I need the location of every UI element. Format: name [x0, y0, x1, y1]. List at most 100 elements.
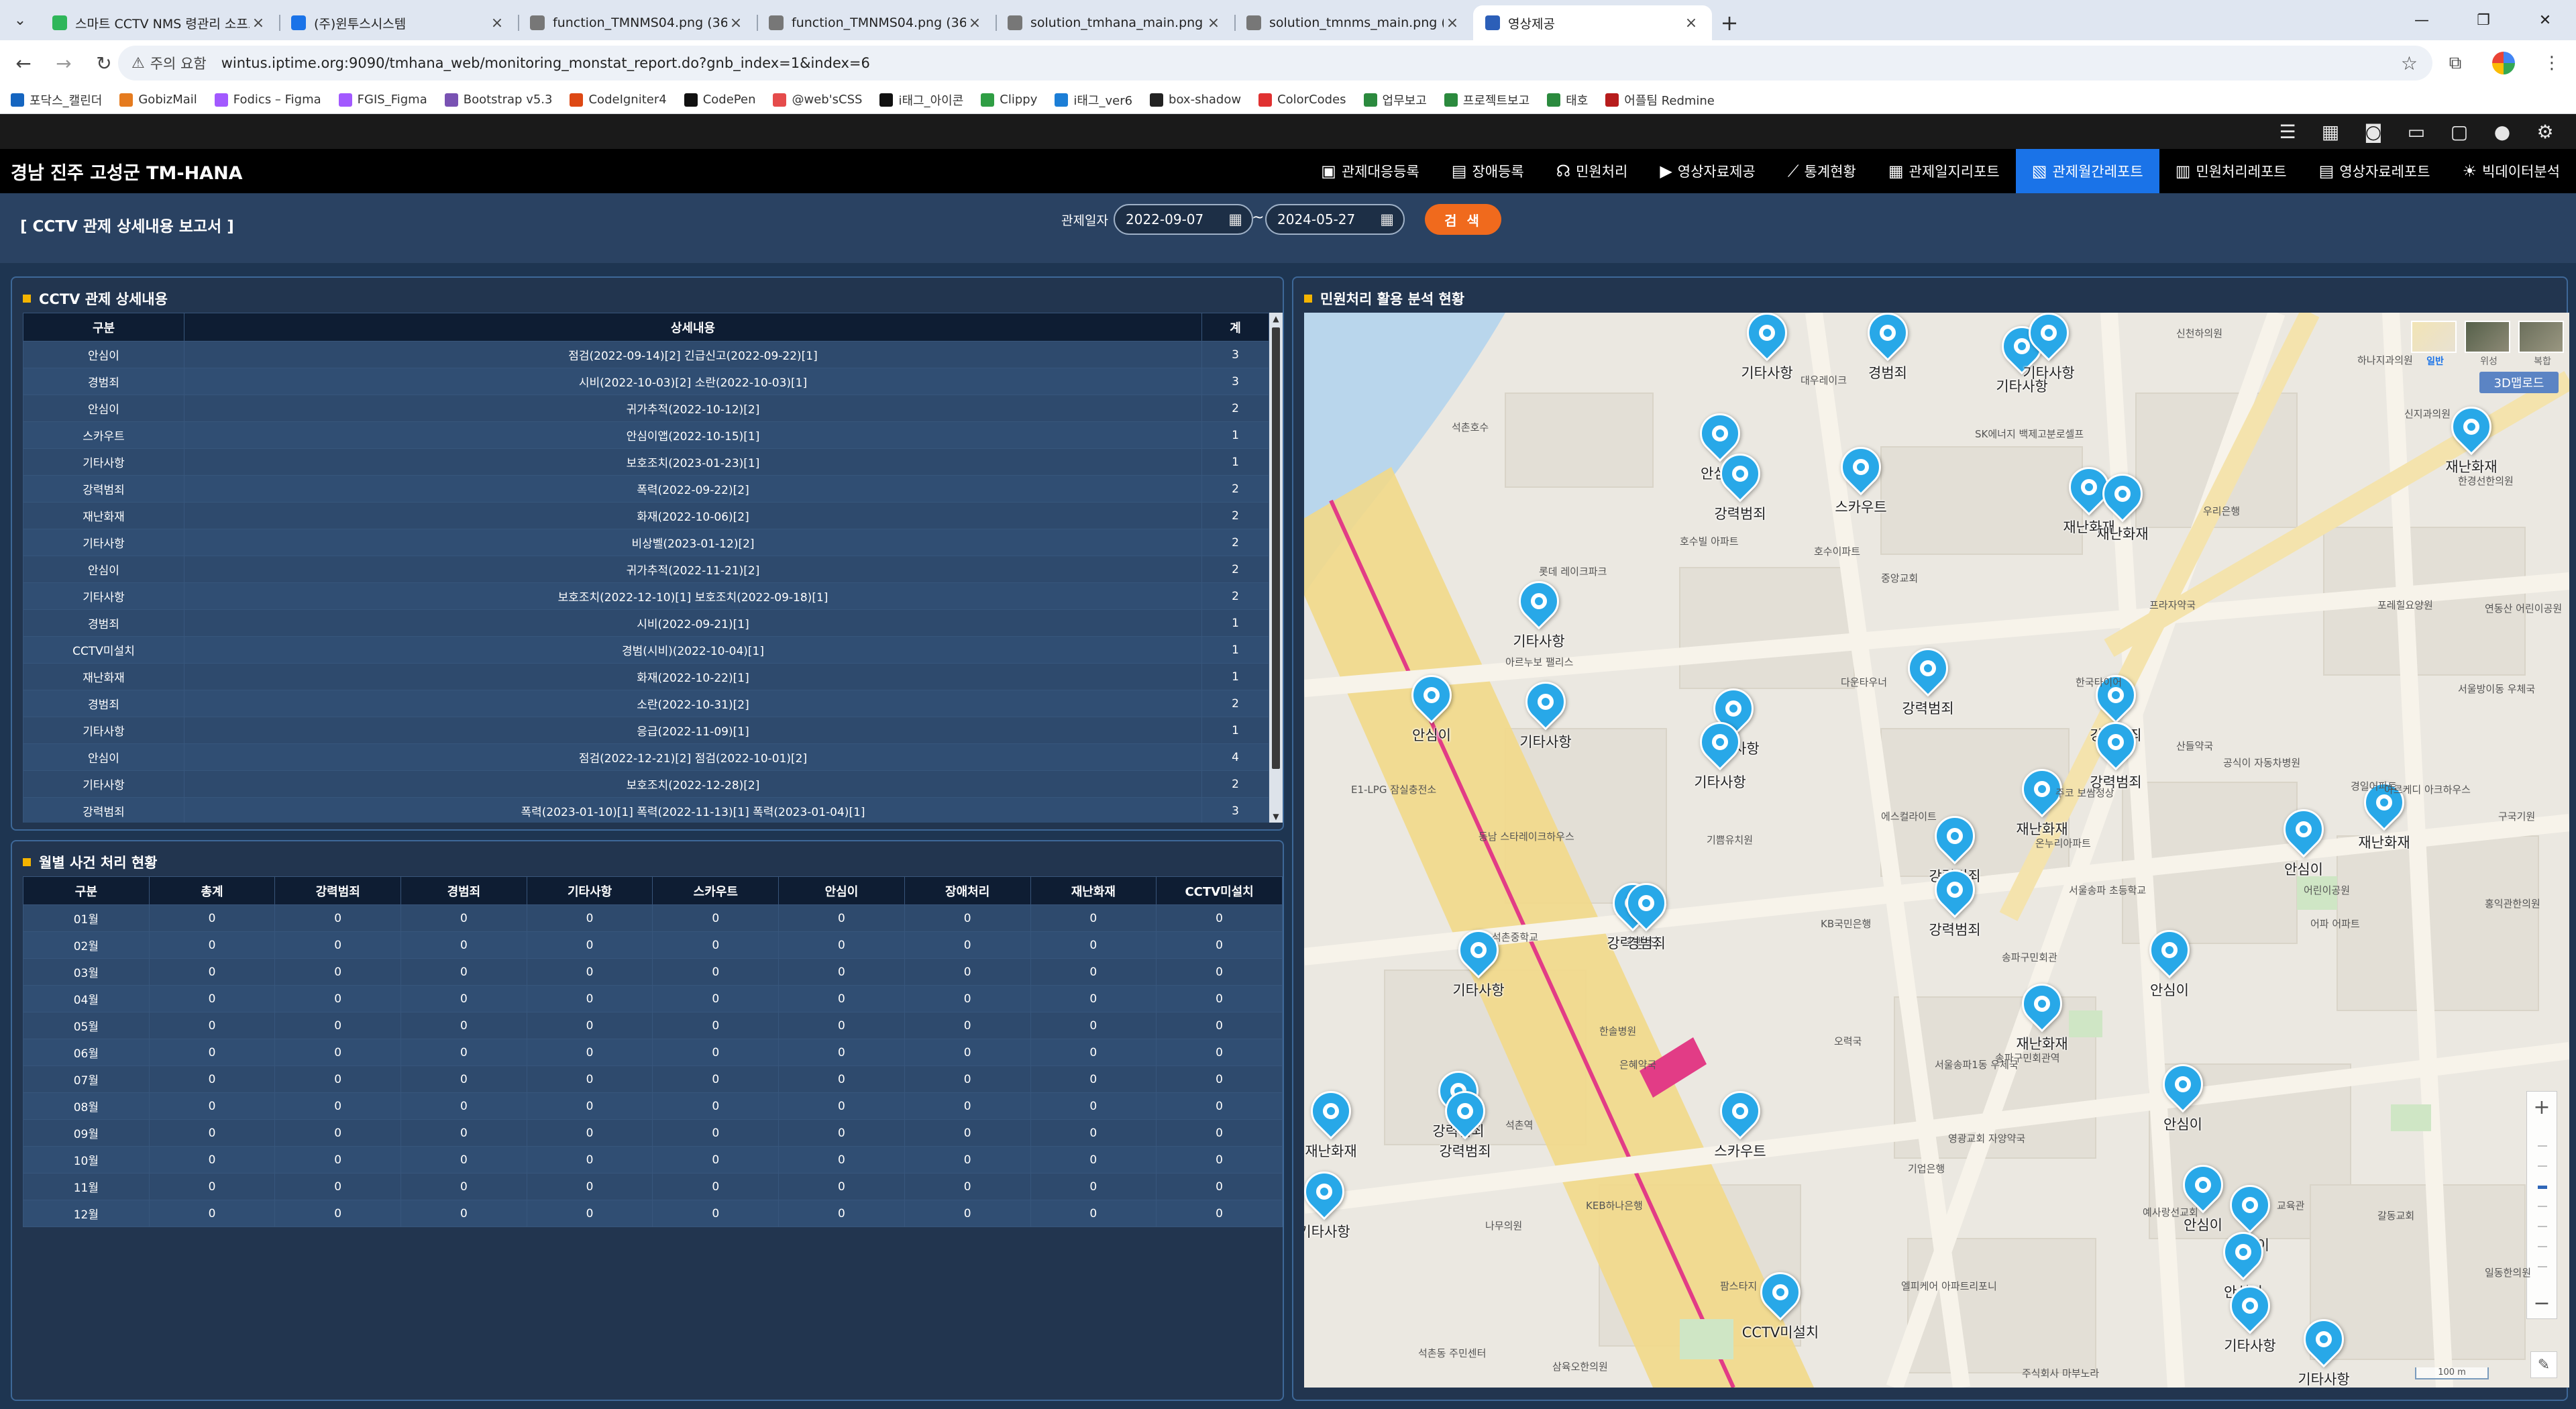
browser-tab[interactable]: function_TMNMS04.png (3604×2028) ×: [757, 5, 996, 40]
table-row[interactable]: 안심이 점검(2022-09-14)[2] 긴급신고(2022-09-22)[1]…: [23, 341, 1269, 368]
bookmark-item[interactable]: CodeIgniter4: [570, 93, 667, 107]
close-window-button[interactable]: ✕: [2514, 0, 2576, 40]
bookmark-item[interactable]: i태그_ver6: [1055, 91, 1132, 109]
map-marker-pin[interactable]: [2221, 1277, 2279, 1337]
user-icon[interactable]: ●: [2481, 121, 2524, 143]
map-marker-pin[interactable]: [1691, 713, 1749, 773]
table-row[interactable]: 01월 0 0 0 0 0 0 0 0 0: [23, 904, 1283, 932]
tab-close-icon[interactable]: ×: [1444, 15, 1461, 32]
browser-menu-icon[interactable]: ⋮: [2528, 53, 2576, 73]
bookmark-item[interactable]: 어플팀 Redmine: [1605, 91, 1715, 109]
map-marker-pin[interactable]: [1832, 438, 1890, 498]
nav-item[interactable]: ▤ 장애등록: [1436, 149, 1540, 193]
map-marker-pin[interactable]: [1738, 313, 1796, 364]
nav-item[interactable]: ☊ 민원처리: [1540, 149, 1644, 193]
map-type-hybrid-button[interactable]: 복합: [2518, 321, 2567, 373]
map-marker-pin[interactable]: [2214, 1223, 2272, 1283]
map-marker-pin[interactable]: [2295, 1310, 2353, 1370]
zoom-out-button[interactable]: −: [2527, 1288, 2557, 1318]
reload-button[interactable]: ↻: [87, 46, 121, 80]
map-marker-pin[interactable]: [1752, 1263, 1809, 1323]
table-row[interactable]: 11월 0 0 0 0 0 0 0 0 0: [23, 1173, 1283, 1200]
table-row[interactable]: 06월 0 0 0 0 0 0 0 0 0: [23, 1039, 1283, 1066]
table-row[interactable]: 05월 0 0 0 0 0 0 0 0 0: [23, 1012, 1283, 1039]
table-row[interactable]: 10월 0 0 0 0 0 0 0 0 0: [23, 1146, 1283, 1173]
map-marker-pin[interactable]: [1926, 807, 1984, 867]
security-indicator[interactable]: ⚠ 주의 요함: [131, 53, 207, 73]
bookmark-item[interactable]: CodePen: [684, 93, 755, 107]
map-marker-pin[interactable]: [1711, 1082, 1769, 1142]
map-type-normal-button[interactable]: 일반: [2411, 321, 2459, 373]
table-row[interactable]: 기타사항 보호조치(2023-01-23)[1] 1: [23, 448, 1269, 476]
browser-tab[interactable]: (주)윈투스시스템 ×: [279, 5, 518, 40]
bookmark-item[interactable]: FGIS_Figma: [338, 93, 427, 107]
nav-item[interactable]: ▶ 영상자료제공: [1644, 149, 1771, 193]
date-from-input[interactable]: 2022-09-07 ▦: [1114, 204, 1253, 235]
bookmark-item[interactable]: 포닥스_캘린더: [11, 91, 102, 109]
restore-button[interactable]: ❐: [2453, 0, 2514, 40]
map-marker-pin[interactable]: [1711, 445, 1769, 505]
map-marker-pin[interactable]: [2020, 313, 2078, 364]
zoom-in-button[interactable]: +: [2527, 1092, 2557, 1123]
map-marker-pin[interactable]: [1617, 874, 1675, 934]
map-marker-pin[interactable]: [2141, 921, 2198, 981]
civil-complaint-map[interactable]: 일반 위성 복합 3D맵로드 + − 100 m ✎ 기타사항 경범죄 기타사항 기타…: [1304, 313, 2569, 1388]
tab-close-icon[interactable]: ×: [1682, 15, 1700, 32]
3d-map-button[interactable]: 3D맵로드: [2479, 372, 2559, 393]
scrollbar-thumb[interactable]: [1272, 327, 1280, 769]
nav-item[interactable]: ▦ 관제일지리포트: [1872, 149, 2016, 193]
video-icon[interactable]: ▭: [2395, 121, 2438, 143]
bookmark-item[interactable]: box-shadow: [1150, 93, 1241, 107]
table-row[interactable]: 기타사항 응급(2022-11-09)[1] 1: [23, 717, 1269, 744]
map-marker-pin[interactable]: [1926, 861, 1984, 921]
table-row[interactable]: 경범죄 소란(2022-10-31)[2] 2: [23, 690, 1269, 717]
map-marker-pin[interactable]: [2154, 1055, 2212, 1115]
ruler-icon[interactable]: ✎: [2530, 1351, 2557, 1378]
new-tab-button[interactable]: +: [1712, 5, 1747, 40]
map-marker-pin[interactable]: [2275, 800, 2332, 860]
bookmark-item[interactable]: 태호: [1547, 91, 1588, 109]
date-to-input[interactable]: 2024-05-27 ▦: [1265, 204, 1405, 235]
extensions-icon[interactable]: ⧉: [2431, 53, 2479, 74]
table-row[interactable]: 재난화재 화재(2022-10-22)[1] 1: [23, 663, 1269, 690]
table-row[interactable]: 스카우트 안심이앱(2022-10-15)[1] 1: [23, 421, 1269, 449]
table-row[interactable]: 기타사항 보호조치(2022-12-10)[1] 보호조치(2022-09-18)…: [23, 582, 1269, 610]
table-row[interactable]: 안심이 귀가추적(2022-11-21)[2] 2: [23, 556, 1269, 583]
browser-tab[interactable]: function_TMNMS04.png (3604×2028) ×: [518, 5, 757, 40]
tab-close-icon[interactable]: ×: [1205, 15, 1222, 32]
settings-gear-icon[interactable]: ⚙: [2524, 121, 2567, 143]
calendar-icon[interactable]: ▦: [1380, 211, 1394, 228]
calendar-icon[interactable]: ▦: [2309, 121, 2352, 143]
map-marker-pin[interactable]: [1403, 666, 1460, 726]
bookmark-item[interactable]: @web'sCSS: [773, 93, 862, 107]
table-row[interactable]: 안심이 점검(2022-12-21)[2] 점검(2022-10-01)[2] 4: [23, 743, 1269, 771]
map-marker-pin[interactable]: [2221, 1176, 2279, 1236]
table-row[interactable]: 재난화재 화재(2022-10-06)[2] 2: [23, 502, 1269, 529]
table-row[interactable]: 강력범죄 폭력(2022-09-22)[2] 2: [23, 475, 1269, 503]
zoom-control[interactable]: + −: [2526, 1091, 2557, 1319]
table-row[interactable]: 안심이 귀가추적(2022-10-12)[2] 2: [23, 395, 1269, 422]
map-marker-pin[interactable]: [2087, 713, 2145, 773]
table-row[interactable]: 03월 0 0 0 0 0 0 0 0 0: [23, 958, 1283, 986]
tab-close-icon[interactable]: ×: [250, 15, 267, 32]
table-row[interactable]: 09월 0 0 0 0 0 0 0 0 0: [23, 1119, 1283, 1147]
bookmark-item[interactable]: Bootstrap v5.3: [444, 93, 552, 107]
map-marker-pin[interactable]: [2013, 975, 2071, 1035]
tab-close-icon[interactable]: ×: [966, 15, 983, 32]
nav-item[interactable]: ▣ 관제대응등록: [1305, 149, 1436, 193]
bookmark-star-icon[interactable]: ☆: [2401, 52, 2418, 74]
nav-item[interactable]: ☀ 빅데이터분석: [2447, 149, 2576, 193]
table-row[interactable]: 04월 0 0 0 0 0 0 0 0 0: [23, 985, 1283, 1012]
forward-button[interactable]: →: [47, 46, 80, 80]
table-row[interactable]: 07월 0 0 0 0 0 0 0 0 0: [23, 1065, 1283, 1093]
nav-item[interactable]: ⟋ 통계현황: [1772, 149, 1872, 193]
bookmark-item[interactable]: 프로젝트보고: [1444, 91, 1529, 109]
table-row[interactable]: 경범죄 시비(2022-09-21)[1] 1: [23, 609, 1269, 637]
nav-item[interactable]: ▥ 민원처리레포트: [2159, 149, 2303, 193]
map-marker-pin[interactable]: [1899, 639, 1957, 699]
map-type-satellite-button[interactable]: 위성: [2465, 321, 2513, 373]
browser-tab[interactable]: 영상제공 ×: [1473, 5, 1712, 40]
nav-item[interactable]: ▤ 영상자료레포트: [2303, 149, 2447, 193]
table-row[interactable]: 12월 0 0 0 0 0 0 0 0 0: [23, 1200, 1283, 1227]
table-row[interactable]: 기타사항 보호조치(2022-12-28)[2] 2: [23, 770, 1269, 798]
